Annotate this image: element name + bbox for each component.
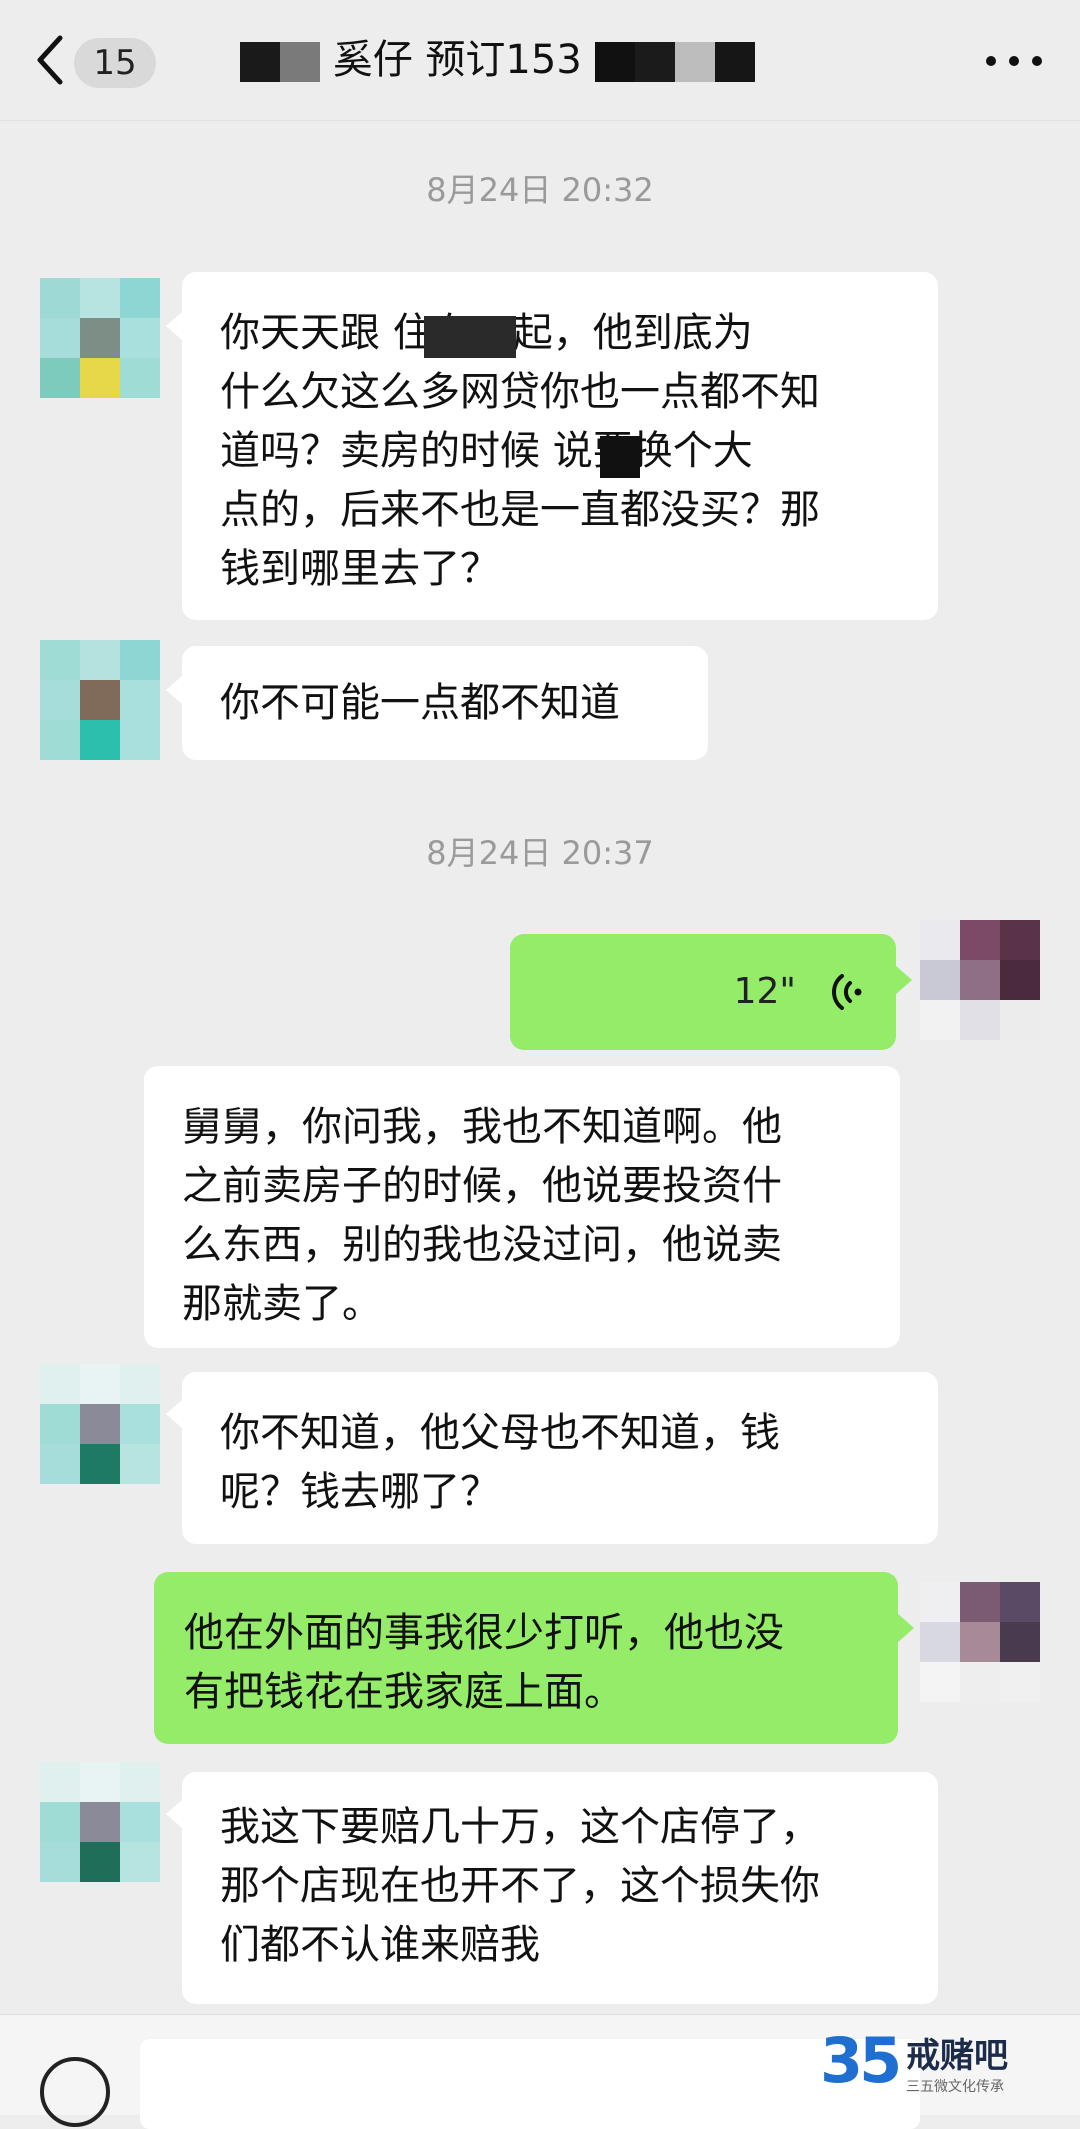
avatar[interactable]	[40, 1762, 160, 1882]
message-line: 我这下要赔几十万，这个店停了，	[220, 1804, 820, 1850]
message-line: 之前卖房子的时候，他说要投资什	[182, 1163, 782, 1209]
avatar[interactable]	[40, 278, 160, 398]
voice-message-bubble[interactable]: 12"	[510, 934, 896, 1050]
message-line: 舅舅，你问我，我也不知道啊。他	[182, 1104, 782, 1150]
timestamp: 8月24日 20:37	[426, 834, 654, 872]
message-bubble[interactable]: 你天天跟 住在一起，他到底为 什么欠这么多网贷你也一点都不知 道吗？卖房的时候 …	[182, 272, 938, 620]
bubble-tail	[896, 966, 912, 994]
watermark-logo: 35 戒赌吧 三五微文化传承	[820, 2020, 1050, 2110]
message-line: 他在外面的事我很少打听，他也没	[184, 1610, 784, 1656]
redaction-block	[600, 436, 640, 478]
message-input[interactable]	[140, 2039, 920, 2129]
redacted-mosaic	[240, 42, 320, 82]
redaction-block	[424, 316, 516, 358]
voice-wave-icon	[832, 974, 862, 1010]
message-line: 道吗？卖房的时候 说要换个大	[220, 428, 753, 474]
chat-title: 奚仔 预订153	[240, 30, 755, 90]
avatar[interactable]	[920, 920, 1040, 1040]
message-line: 呢？钱去哪了？	[220, 1469, 500, 1515]
message-line: 那就卖了。	[182, 1281, 382, 1327]
message-line: 么东西，别的我也没过问，他说卖	[182, 1222, 782, 1268]
watermark-subtitle: 三五微文化传承	[906, 2079, 1004, 2095]
watermark-number: 35	[820, 2024, 902, 2097]
message-bubble[interactable]: 舅舅，你问我，我也不知道啊。他 之前卖房子的时候，他说要投资什 么东西，别的我也…	[144, 1066, 900, 1348]
message-line: 那个店现在也开不了，这个损失你	[220, 1863, 820, 1909]
bubble-tail	[166, 312, 182, 340]
message-line: 钱到哪里去了？	[220, 546, 500, 592]
message-line: 点的，后来不也是一直都没买？那	[220, 487, 820, 533]
message-line: 你不知道，他父母也不知道，钱	[220, 1410, 780, 1456]
unread-count-badge[interactable]: 15	[74, 38, 156, 88]
bubble-tail	[166, 1800, 182, 1828]
chat-header: 15 奚仔 预订153	[0, 0, 1080, 121]
message-line: 什么欠这么多网贷你也一点都不知	[220, 369, 820, 415]
bubble-tail	[898, 1614, 914, 1642]
message-bubble[interactable]: 你不可能一点都不知道	[182, 646, 708, 760]
more-dots-icon[interactable]	[982, 40, 1046, 80]
avatar[interactable]	[40, 640, 160, 760]
watermark-name: 戒赌吧	[906, 2036, 1008, 2076]
message-bubble[interactable]: 我这下要赔几十万，这个店停了， 那个店现在也开不了，这个损失你 们都不认谁来赔我	[182, 1772, 938, 2004]
avatar[interactable]	[920, 1582, 1040, 1702]
redacted-mosaic	[594, 42, 755, 82]
chat-title-text: 奚仔 预订153	[332, 37, 582, 83]
chevron-left-icon[interactable]	[28, 30, 76, 90]
bubble-tail	[166, 676, 182, 704]
message-line: 你不可能一点都不知道	[220, 680, 620, 726]
voice-input-icon[interactable]	[40, 2057, 110, 2127]
message-line: 有把钱花在我家庭上面。	[184, 1669, 624, 1715]
message-bubble[interactable]: 他在外面的事我很少打听，他也没 有把钱花在我家庭上面。	[154, 1572, 898, 1744]
message-line: 们都不认谁来赔我	[220, 1922, 540, 1968]
voice-duration: 12"	[733, 971, 796, 1012]
bubble-tail	[166, 1400, 182, 1428]
message-line: 你天天跟 住在一起，他到底为	[220, 310, 753, 356]
timestamp: 8月24日 20:32	[426, 171, 654, 209]
message-bubble[interactable]: 你不知道，他父母也不知道，钱 呢？钱去哪了？	[182, 1372, 938, 1544]
avatar[interactable]	[40, 1364, 160, 1484]
